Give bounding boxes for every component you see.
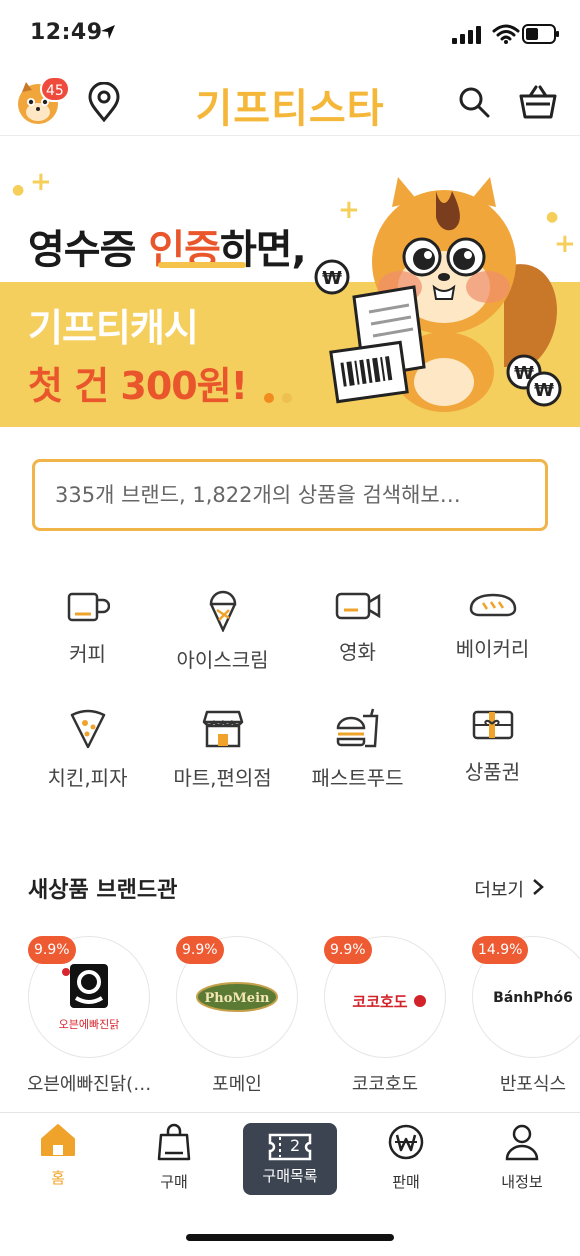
carousel-dot[interactable] — [282, 393, 292, 403]
brand-carousel[interactable]: 오븐에빠진닭 9.9% 오븐에빠진닭(… PhoMein 9.9% 포메인 코코… — [28, 936, 580, 1096]
banner-headline-pre: 영수증 — [28, 227, 149, 273]
discount-badge: 14.9% — [472, 936, 529, 964]
ticket-icon: 2 — [266, 1131, 314, 1163]
promo-banner[interactable]: + ● + + ● 영수증 인증하면, 기프티캐시 첫 건 300원! ₩ ₩ … — [0, 137, 580, 427]
ice-cream-icon — [193, 590, 253, 632]
banner-offer: 첫 건 300원! — [28, 364, 248, 408]
home-indicator[interactable] — [186, 1234, 394, 1241]
category-movie[interactable]: 영화 — [290, 590, 425, 664]
carousel-dot-active[interactable] — [264, 393, 274, 403]
section-title: 새상품 브랜드관 — [28, 878, 178, 903]
svg-text:₩: ₩ — [534, 380, 554, 401]
tab-label: 내정보 — [501, 1173, 543, 1191]
brand-name: 반포식스 — [499, 1074, 567, 1095]
tab-buy[interactable]: 구매 — [124, 1123, 224, 1193]
movie-camera-icon — [328, 590, 388, 622]
status-bar: 12:49 — [0, 0, 580, 68]
more-link[interactable]: 더보기 — [474, 876, 544, 902]
cocohodo-logo: 코코호도 — [342, 991, 428, 1011]
headline-underline — [158, 262, 246, 268]
brand-card[interactable]: 코코호도 9.9% 코코호도 — [324, 936, 446, 1096]
status-time: 12:49 — [30, 20, 103, 45]
person-icon — [504, 1123, 540, 1165]
brand-name: 포메인 — [212, 1074, 262, 1095]
discount-badge: 9.9% — [176, 936, 224, 964]
pizza-slice-icon — [58, 708, 118, 749]
tab-my-info[interactable]: 내정보 — [472, 1123, 572, 1193]
shopping-bag-icon — [157, 1123, 191, 1165]
oven-chicken-logo: 오븐에빠진닭 — [59, 964, 120, 1031]
search-icon[interactable] — [458, 86, 490, 122]
tab-purchase-list[interactable]: 2 구매목록 — [243, 1123, 337, 1195]
category-chicken-pizza[interactable]: 치킨,피자 — [20, 708, 155, 790]
banhpho6-logo: BánhPhó6 — [493, 990, 573, 1006]
category-gift-card[interactable]: 상품권 — [425, 708, 560, 784]
svg-text:코코호도: 코코호도 — [352, 993, 407, 1011]
brand-card[interactable]: BánhPhó6 14.9% 반포식스 — [472, 936, 580, 1096]
wifi-icon — [492, 24, 520, 48]
app-header: 45 기프티스타 — [0, 68, 580, 136]
chevron-right-icon — [532, 878, 544, 901]
home-icon — [40, 1123, 76, 1161]
tab-home[interactable]: 홈 — [8, 1123, 108, 1193]
search-box[interactable] — [32, 459, 548, 531]
app-logo: 기프티스타 — [195, 86, 385, 132]
sparkle-icon: + — [30, 167, 52, 197]
location-arrow-icon — [100, 24, 116, 44]
gift-card-icon — [463, 708, 523, 742]
tab-label: 구매목록 — [262, 1167, 318, 1185]
category-label: 마트,편의점 — [173, 766, 272, 790]
category-grid: 커피 아이스크림 영화 베이커리 치킨,피자 마트,편의점 패스트푸드 상품권 — [20, 590, 560, 790]
carousel-dots[interactable] — [264, 393, 292, 403]
svg-text:₩: ₩ — [322, 268, 342, 289]
category-label: 상품권 — [464, 760, 521, 784]
bread-icon — [463, 590, 523, 619]
category-label: 커피 — [69, 642, 106, 666]
burger-icon — [328, 708, 388, 748]
category-label: 아이스크림 — [176, 648, 269, 672]
phomein-logo: PhoMein — [196, 982, 278, 1012]
coffee-cup-icon — [58, 590, 118, 624]
category-label: 패스트푸드 — [311, 766, 404, 790]
category-label: 베이커리 — [455, 637, 530, 661]
more-label: 더보기 — [474, 880, 524, 901]
brand-card[interactable]: PhoMein 9.9% 포메인 — [176, 936, 298, 1096]
tab-label: 홈 — [51, 1169, 65, 1187]
squirrel-mascot-illustration: ₩ ₩ ₩ — [314, 177, 562, 412]
tab-label: 판매 — [392, 1173, 420, 1191]
category-bakery[interactable]: 베이커리 — [425, 590, 560, 662]
category-ice-cream[interactable]: 아이스크림 — [155, 590, 290, 672]
store-icon — [193, 708, 253, 748]
ticket-count: 2 — [290, 1136, 301, 1155]
svg-text:PhoMein: PhoMein — [205, 991, 270, 1006]
svg-text:BánhPhó6: BánhPhó6 — [493, 990, 573, 1006]
signal-icon — [452, 26, 482, 48]
brand-name: 오븐에빠진닭(… — [28, 1074, 152, 1095]
basket-icon[interactable] — [518, 84, 558, 124]
battery-icon — [522, 24, 560, 48]
category-label: 치킨,피자 — [47, 766, 128, 790]
discount-badge: 9.9% — [324, 936, 372, 964]
svg-text:오븐에빠진닭: 오븐에빠진닭 — [59, 1018, 120, 1031]
brand-name: 코코호도 — [351, 1074, 419, 1095]
category-fast-food[interactable]: 패스트푸드 — [290, 708, 425, 790]
search-input[interactable] — [35, 462, 545, 528]
category-label: 영화 — [339, 640, 376, 664]
tab-sell[interactable]: 판매 — [356, 1123, 456, 1193]
category-coffee[interactable]: 커피 — [20, 590, 155, 666]
discount-badge: 9.9% — [28, 936, 76, 964]
sparkle-icon: ● — [12, 182, 25, 198]
brand-card[interactable]: 오븐에빠진닭 9.9% 오븐에빠진닭(… — [28, 936, 152, 1096]
category-mart[interactable]: 마트,편의점 — [155, 708, 290, 790]
tab-label: 구매 — [160, 1173, 188, 1191]
won-coin-icon — [387, 1123, 425, 1165]
banner-subtitle: 기프티캐시 — [28, 306, 199, 350]
